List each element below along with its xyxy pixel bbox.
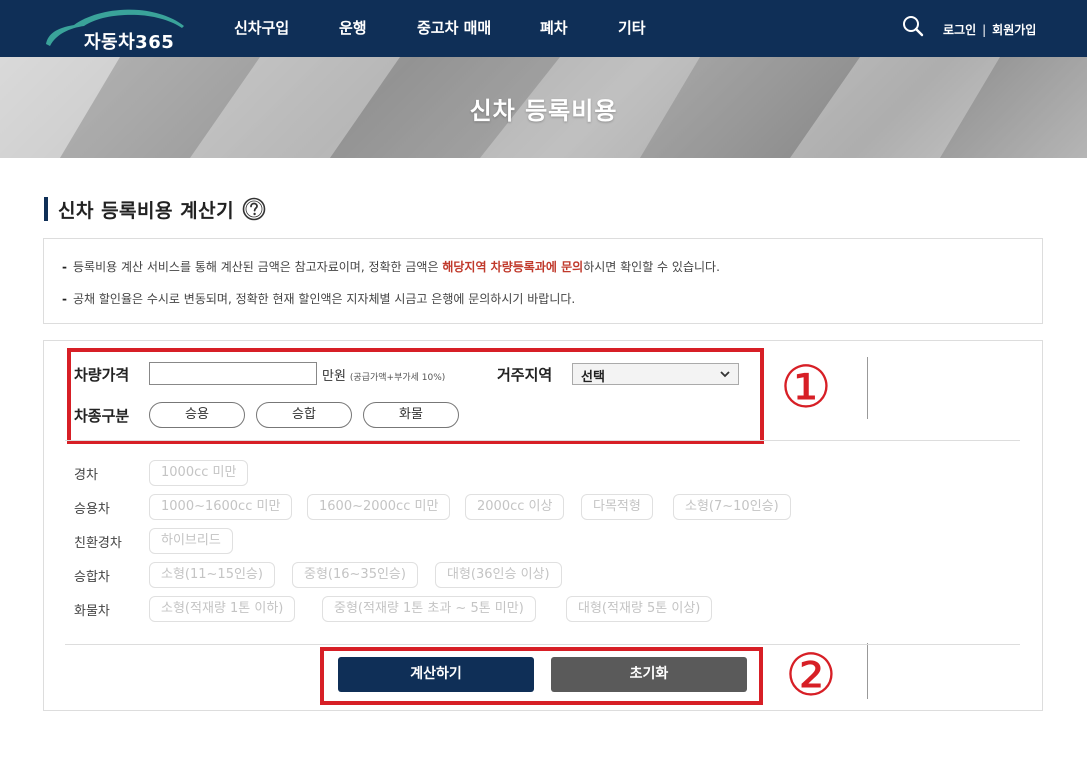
region-label: 거주지역 [497, 366, 553, 384]
category-label-van: 승합차 [74, 570, 110, 585]
option-van-small[interactable]: 소형(11~15인승) [149, 562, 275, 588]
auth-separator: | [982, 23, 987, 37]
notice-line-2: - 공채 할인율은 수시로 변동되며, 정확한 현재 할인액은 지자체별 시금고 … [62, 292, 576, 306]
nav-item-new-car[interactable]: 신차구입 [234, 17, 289, 38]
signup-link[interactable]: 회원가입 [992, 23, 1036, 37]
reset-button[interactable]: 초기화 [551, 657, 747, 692]
option-van-medium[interactable]: 중형(16~35인승) [292, 562, 418, 588]
price-unit-note: (공급가액+부가세 10%) [349, 373, 446, 383]
annotation-line-2 [867, 643, 868, 699]
option-van-large[interactable]: 대형(36인승 이상) [435, 562, 562, 588]
type-passenger-button[interactable]: 승용 [149, 402, 245, 428]
notice-box: - 등록비용 계산 서비스를 통해 계산된 금액은 참고자료이며, 정확한 금액은… [43, 238, 1043, 324]
category-label-truck: 화물차 [74, 604, 110, 619]
top-navigation-bar: 자동차365 신차구입 운행 중고차 매매 폐차 기타 로그인 | 회원가입 [0, 0, 1087, 57]
title-accent-bar [44, 197, 48, 221]
vehicle-type-label: 차종구분 [74, 407, 130, 425]
price-input[interactable] [149, 362, 317, 385]
nav-item-driving[interactable]: 운행 [339, 17, 367, 38]
category-label-light: 경차 [74, 468, 98, 483]
price-label: 차량가격 [74, 366, 130, 384]
option-passenger-over-2000[interactable]: 2000cc 이상 [465, 494, 565, 520]
region-select-value: 선택 [581, 370, 605, 385]
form-divider-top [65, 440, 1020, 441]
price-unit: 만원 (공급가액+부가세 10%) [322, 369, 446, 384]
form-divider-bottom [65, 644, 1020, 645]
nav-item-scrap[interactable]: 폐차 [540, 17, 568, 38]
option-truck-small[interactable]: 소형(적재량 1톤 이하) [149, 596, 296, 622]
nav-item-used-car[interactable]: 중고차 매매 [417, 17, 491, 38]
category-label-passenger: 승용차 [74, 502, 110, 517]
annotation-line-1 [867, 357, 868, 419]
calculator-title: 신차 등록비용 계산기 [58, 199, 235, 222]
option-truck-large[interactable]: 대형(적재량 5톤 이상) [566, 596, 713, 622]
region-select[interactable]: 선택 [572, 363, 739, 385]
chevron-down-icon [720, 371, 730, 378]
search-icon[interactable] [902, 15, 924, 37]
notice-line-1: - 등록비용 계산 서비스를 통해 계산된 금액은 참고자료이며, 정확한 금액은… [62, 260, 720, 274]
banner-title: 신차 등록비용 [469, 97, 618, 125]
option-passenger-1000-1600[interactable]: 1000~1600cc 미만 [149, 494, 293, 520]
notice-highlight: 해당지역 차량등록과에 문의 [442, 260, 584, 274]
page-banner: 신차 등록비용 [0, 57, 1087, 158]
login-link[interactable]: 로그인 [943, 23, 976, 37]
question-circle-icon[interactable] [242, 197, 266, 221]
type-van-button[interactable]: 승합 [256, 402, 352, 428]
annotation-marker-1: ① [780, 353, 832, 421]
auth-links: 로그인 | 회원가입 [943, 21, 1036, 38]
site-logo[interactable]: 자동차365 [44, 6, 186, 53]
nav-item-etc[interactable]: 기타 [618, 17, 646, 38]
section-title: 신차 등록비용 계산기 [44, 196, 266, 222]
calculate-button[interactable]: 계산하기 [338, 657, 534, 692]
option-light-under-1000[interactable]: 1000cc 미만 [149, 460, 249, 486]
annotation-marker-2: ② [785, 641, 837, 709]
logo-text: 자동차365 [84, 32, 175, 53]
option-eco-hybrid[interactable]: 하이브리드 [149, 528, 233, 554]
option-passenger-multipurpose[interactable]: 다목적형 [581, 494, 653, 520]
option-passenger-1600-2000[interactable]: 1600~2000cc 미만 [307, 494, 451, 520]
type-truck-button[interactable]: 화물 [363, 402, 459, 428]
option-truck-medium[interactable]: 중형(적재량 1톤 초과 ~ 5톤 미만) [322, 596, 536, 622]
option-passenger-small-7-10[interactable]: 소형(7~10인승) [673, 494, 791, 520]
category-label-eco: 친환경차 [74, 536, 122, 551]
